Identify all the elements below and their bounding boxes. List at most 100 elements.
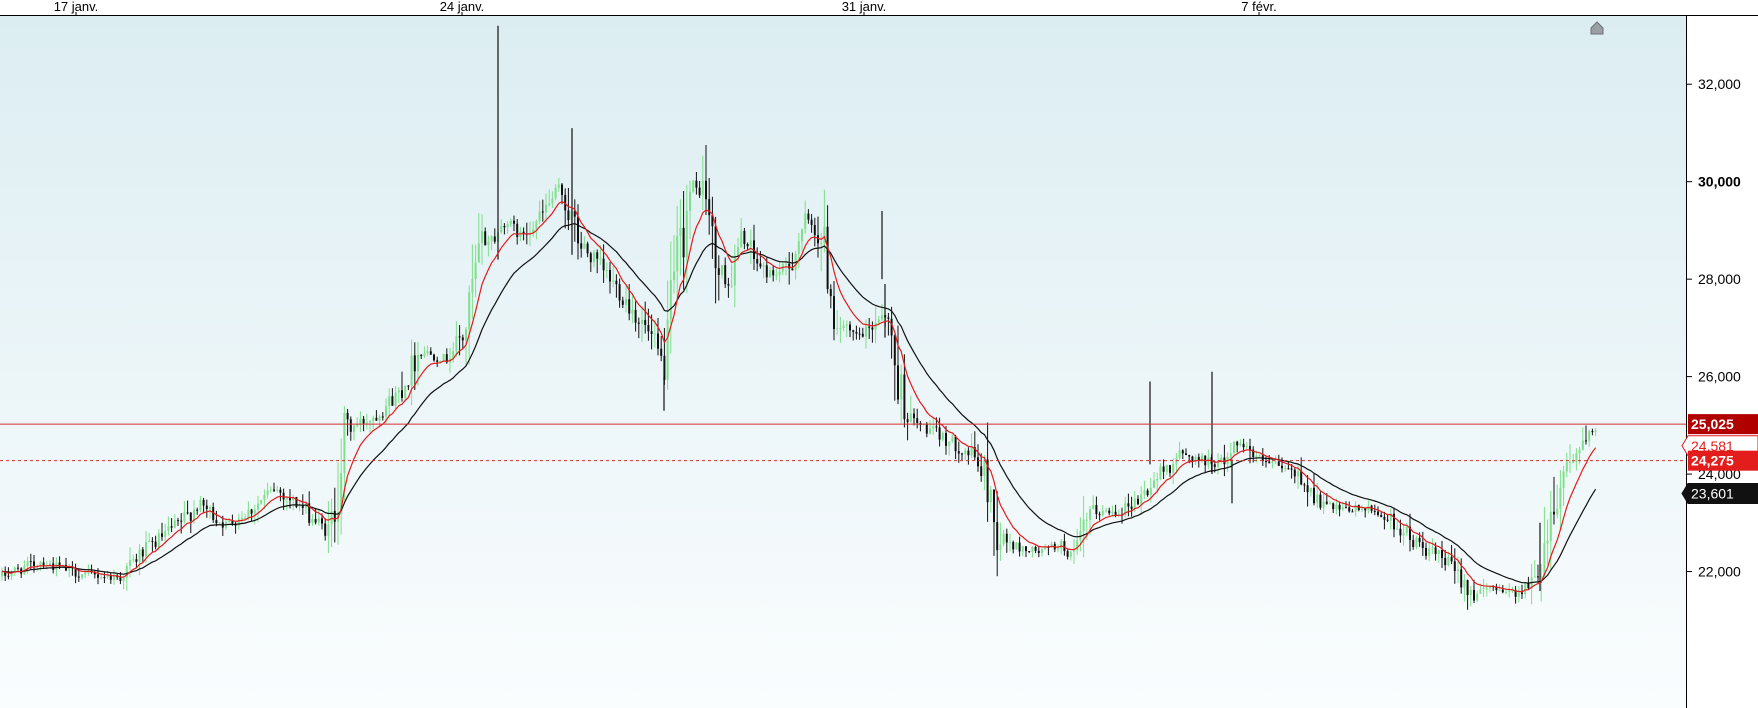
candle-body [1533, 576, 1536, 578]
candle-body [1325, 501, 1328, 504]
candle-body [897, 365, 899, 400]
candle-body [1041, 549, 1043, 553]
candle-body [1031, 546, 1034, 552]
candle-body [241, 518, 243, 520]
candle-body [692, 180, 695, 192]
candle-body [932, 426, 935, 429]
candle-body [740, 230, 743, 248]
candle-body [1399, 528, 1402, 536]
candle-body [97, 574, 99, 578]
candle-body [989, 489, 992, 503]
candle-body [951, 436, 954, 442]
candle-body [218, 522, 221, 524]
candle-body [1265, 461, 1267, 463]
candle-body [980, 466, 983, 476]
candle-body [913, 413, 915, 419]
candle-body [484, 231, 487, 246]
candle-body [1255, 455, 1258, 458]
candle-body [1015, 542, 1018, 550]
candle-body [1242, 443, 1245, 448]
candle-body [1277, 461, 1280, 466]
candle-body [676, 235, 679, 272]
candle-body [1437, 549, 1440, 555]
candle-body [119, 577, 122, 582]
candle-body [1460, 569, 1463, 588]
candle-body [378, 416, 381, 421]
candle-body [141, 549, 144, 557]
candle-body [84, 572, 87, 575]
y-tick-label: 30,000 [1698, 174, 1741, 190]
candle-body [413, 355, 416, 372]
candle-body [1153, 480, 1155, 488]
candle-body [836, 328, 839, 330]
candle-body [929, 428, 931, 434]
candle-body [199, 499, 202, 510]
candle-body [817, 235, 819, 244]
candle-body [1556, 508, 1559, 515]
candle-body [253, 509, 256, 514]
candle-body [1575, 453, 1578, 462]
candle-body [365, 422, 368, 424]
candle-body [324, 523, 327, 536]
candle-body [625, 299, 627, 305]
candle-body [1178, 450, 1181, 459]
candle-body [1319, 494, 1322, 508]
candle-body [1185, 453, 1187, 455]
candle-body [1485, 588, 1488, 590]
candle-body [420, 354, 423, 356]
candle-body [797, 241, 800, 255]
candle-body [698, 187, 701, 196]
candle-body [17, 567, 19, 569]
candle-body [660, 348, 663, 356]
candle-body [541, 211, 544, 213]
candle-body [513, 220, 515, 224]
candle-body [81, 574, 83, 578]
candle-body [29, 561, 32, 563]
candle-body [1069, 551, 1072, 557]
candle-body [961, 453, 963, 455]
candle-body [1181, 450, 1184, 454]
candle-body [1425, 547, 1427, 556]
candle-body [906, 419, 909, 423]
candle-body [685, 210, 688, 258]
candle-body [122, 577, 125, 582]
candle-body [145, 541, 147, 557]
candle-body [612, 280, 615, 282]
candle-body [954, 436, 957, 452]
candle-body [388, 396, 391, 407]
candle-body [138, 549, 141, 562]
candle-body [1524, 582, 1527, 595]
candle-body [1313, 487, 1315, 504]
candle-body [1431, 547, 1434, 549]
candle-body [1021, 546, 1024, 552]
candle-body [397, 390, 400, 393]
candle-body [1159, 466, 1162, 479]
candle-body [605, 269, 608, 271]
candle-body [935, 426, 938, 428]
candle-body [1130, 506, 1133, 509]
x-tick-label: 17 janv. [54, 0, 99, 14]
candle-body [273, 489, 275, 491]
x-tick-label: 31 janv. [842, 0, 887, 14]
candle-body [410, 355, 413, 386]
candle-body [628, 299, 631, 314]
candle-body [1543, 543, 1546, 577]
candle-body [157, 533, 160, 547]
candle-body [1028, 551, 1031, 553]
candle-body [1428, 548, 1431, 556]
candle-body [689, 191, 691, 211]
candle-body [1281, 465, 1283, 469]
candle-body [548, 203, 551, 206]
candle-body [148, 540, 151, 542]
candle-body [1562, 471, 1565, 488]
candle-body [177, 520, 179, 522]
candle-body [1463, 580, 1466, 588]
candle-body [1479, 589, 1482, 594]
candle-body [279, 489, 282, 493]
candle-body [231, 520, 234, 524]
candle-body [1383, 516, 1386, 520]
candle-body [775, 275, 778, 277]
candle-body [506, 224, 509, 228]
y-tick-label: 28,000 [1698, 271, 1741, 287]
candle-body [589, 253, 592, 263]
